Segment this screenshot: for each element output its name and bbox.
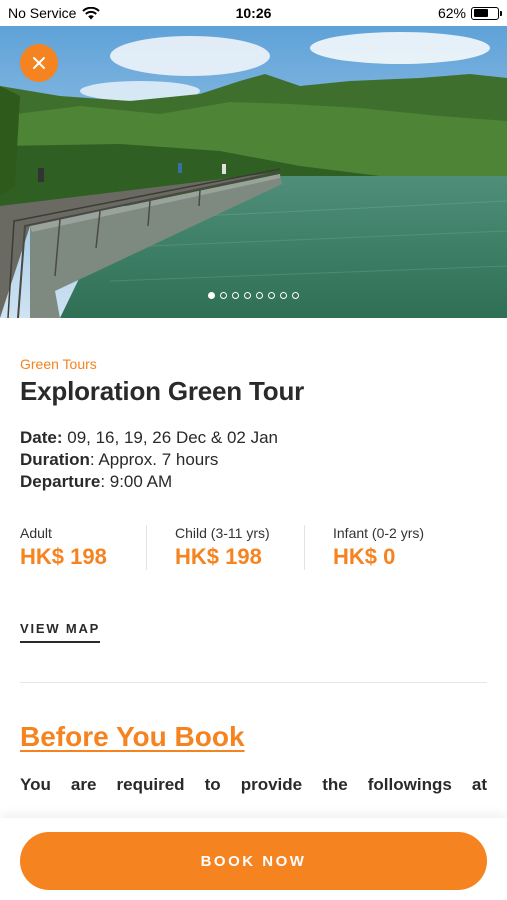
carousel-dot[interactable]: [292, 292, 299, 299]
carousel-indicator[interactable]: [0, 292, 507, 299]
carousel-dot[interactable]: [256, 292, 263, 299]
close-button[interactable]: [20, 44, 58, 82]
price-label: Infant (0-2 yrs): [333, 525, 425, 541]
price-label: Child (3-11 yrs): [175, 525, 270, 541]
price-child: Child (3-11 yrs) HK$ 198: [146, 525, 304, 570]
date-row: Date: 09, 16, 19, 26 Dec & 02 Jan: [20, 428, 278, 447]
divider: [20, 682, 487, 683]
battery-percent: 62%: [437, 5, 466, 21]
before-you-book-heading: Before You Book: [20, 721, 245, 752]
hero-image-carousel[interactable]: [0, 26, 507, 318]
price-value: HK$ 198: [175, 544, 262, 569]
bottom-action-bar: BOOK NOW: [0, 818, 507, 900]
duration-row: Duration: Approx. 7 hours: [20, 450, 219, 469]
carousel-dot[interactable]: [208, 292, 215, 299]
before-you-book-text: You are required to provide the followin…: [20, 775, 487, 794]
status-right: 62%: [437, 5, 502, 21]
clock: 10:26: [235, 5, 272, 21]
carousel-dot[interactable]: [268, 292, 275, 299]
battery-level: [473, 9, 488, 17]
price-infant: Infant (0-2 yrs) HK$ 0: [304, 525, 458, 570]
price-adult: Adult HK$ 198: [20, 525, 146, 570]
departure-row: Departure: 9:00 AM: [20, 472, 173, 491]
tour-category: Green Tours: [20, 356, 97, 372]
tour-info: Date: 09, 16, 19, 26 Dec & 02 Jan Durati…: [20, 427, 487, 493]
book-now-button[interactable]: BOOK NOW: [20, 832, 487, 890]
close-icon: [33, 57, 45, 69]
tour-details: Green Tours Exploration Green Tour Date:…: [0, 318, 507, 795]
price-value: HK$ 0: [333, 544, 396, 569]
carousel-dot[interactable]: [280, 292, 287, 299]
hero-photo: [0, 26, 507, 318]
carousel-dot[interactable]: [220, 292, 227, 299]
price-value: HK$ 198: [20, 544, 107, 569]
carousel-dot[interactable]: [232, 292, 239, 299]
view-map-link[interactable]: VIEW MAP: [20, 621, 101, 643]
status-bar: No Service 10:26 62%: [0, 0, 507, 26]
carousel-dot[interactable]: [244, 292, 251, 299]
price-list: Adult HK$ 198 Child (3-11 yrs) HK$ 198 I…: [20, 525, 487, 570]
price-label: Adult: [20, 525, 52, 541]
tour-title: Exploration Green Tour: [20, 376, 305, 406]
battery-icon: [471, 6, 502, 20]
